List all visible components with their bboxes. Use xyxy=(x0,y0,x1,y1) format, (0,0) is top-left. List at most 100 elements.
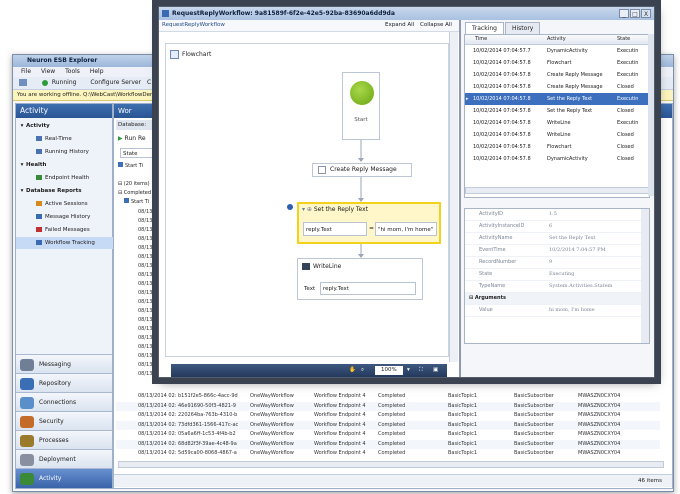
expand-all-button[interactable]: Expand All xyxy=(385,20,414,31)
property-name: EventTime xyxy=(479,247,506,253)
truncated-time-cell: 08/13 xyxy=(138,326,153,332)
nav-button-repository[interactable]: Repository xyxy=(16,373,112,393)
property-row[interactable]: TypeName System.Activities.Statem xyxy=(465,281,641,293)
table-row[interactable]: 08/13/2014 02:44:29.25d59ca00-8068-4867-… xyxy=(116,449,660,458)
nav-button-security[interactable]: Security xyxy=(16,411,112,431)
writeline-header: WriteLine xyxy=(302,262,341,272)
tree-item[interactable]: Workflow Tracking xyxy=(16,237,124,249)
table-row[interactable]: 08/13/2014 02:44:29.673dfd361-1566-417c-… xyxy=(116,420,660,430)
column-state[interactable]: State xyxy=(617,35,630,44)
tree-item[interactable]: Active Sessions xyxy=(16,198,124,210)
minimize-button[interactable]: _ xyxy=(619,9,629,18)
tree-item[interactable]: Endpoint Health xyxy=(16,172,124,184)
nav-button-messaging[interactable]: Messaging xyxy=(16,354,112,374)
tree-item[interactable]: Failed Messages xyxy=(16,224,124,236)
zoom-dropdown-icon[interactable]: ▾ xyxy=(407,364,410,377)
property-row[interactable]: EventTime 10/2/2014 7:04:57 PM xyxy=(465,245,641,257)
breadcrumb[interactable]: RequestReplyWorkflow xyxy=(162,20,225,31)
zoom-search-icon[interactable]: ⌕ xyxy=(361,364,364,377)
table-row[interactable]: 08/13/2014 02:46:21.8b151f2e5-866c-4acc-… xyxy=(116,392,660,401)
menu-file[interactable]: File xyxy=(21,68,31,75)
writeline-text-field[interactable]: reply.Text xyxy=(320,282,416,295)
table-cell: 08/13/2014 02:46:21.8 xyxy=(138,393,176,399)
property-row[interactable]: RecordNumber 9 xyxy=(465,257,641,269)
collapse-all-button[interactable]: Collapse All xyxy=(420,20,452,31)
overview-icon[interactable]: ▣ xyxy=(433,364,438,377)
save-icon[interactable] xyxy=(19,79,27,86)
arguments-group[interactable]: ⊟ Arguments xyxy=(465,293,641,305)
nav-button-processes[interactable]: Processes xyxy=(16,430,112,450)
table-row[interactable]: 08/13/2014 02:44:29.405a6a6ff-1c53-4f4b-… xyxy=(116,430,660,439)
tracking-row[interactable]: 10/02/2014 07:04:57.8 WriteLine Executin xyxy=(465,117,649,129)
table-cell: Completed xyxy=(378,393,406,399)
state-filter[interactable]: State xyxy=(120,148,160,158)
menu-tools[interactable]: Tools xyxy=(65,68,80,75)
workflow-window-title: RequestReplyWorkflow: 9a81589f-6f2e-42e5… xyxy=(159,7,654,20)
tab-tracking[interactable]: Tracking xyxy=(465,22,504,34)
nav-button-connections[interactable]: Connections xyxy=(16,392,112,412)
column-time[interactable]: Time xyxy=(475,35,487,44)
menu-help[interactable]: Help xyxy=(90,68,104,75)
nav-button-list: Messaging Repository Connections Security Pr… xyxy=(16,354,112,488)
table-cell: MWASZN0CXY04 xyxy=(578,402,621,409)
tracking-row[interactable]: 10/02/2014 07:04:57.8 WriteLine Closed xyxy=(465,129,649,141)
tracking-row[interactable]: 10/02/2014 07:04:57.8 DynamicActivity Clos… xyxy=(465,153,649,165)
tree-item-label: Endpoint Health xyxy=(45,175,90,181)
property-value: Executing xyxy=(549,271,575,277)
connections-icon xyxy=(20,396,34,409)
argument-row[interactable]: Value hi mom, I'm home xyxy=(465,305,641,317)
tracking-row[interactable]: 10/02/2014 07:04:57.7 DynamicActivity Exec… xyxy=(465,45,649,57)
property-row[interactable]: ActivityName Set the Reply Text xyxy=(465,233,641,245)
hand-tool-icon[interactable]: ✋ xyxy=(349,364,356,377)
tree-item[interactable]: Message History xyxy=(16,211,124,223)
table-row[interactable]: 08/13/2014 02:46:21.646e91690-50f3-4821-… xyxy=(116,401,660,411)
tree-item[interactable]: Real-Time xyxy=(16,133,124,145)
assign-value-field[interactable]: "hi mom, I'm home" xyxy=(375,222,437,236)
configure-server-button[interactable]: Configure Server xyxy=(90,79,141,86)
create-reply-message-activity[interactable]: Create Reply Message xyxy=(312,163,412,177)
toolbar-extra[interactable]: C xyxy=(147,79,151,86)
property-name: ActivityID xyxy=(479,211,504,217)
tree-item[interactable]: Running History xyxy=(16,146,124,158)
nav-button-activity[interactable]: Activity xyxy=(16,468,112,488)
tab-history[interactable]: History xyxy=(505,22,541,34)
set-reply-text-activity[interactable]: ▾ ⊕ Set the Reply Text reply.Text = "hi … xyxy=(297,202,441,244)
running-status[interactable]: Running xyxy=(52,79,77,86)
tree-item[interactable]: ▾ Health xyxy=(16,159,114,171)
expander-icon[interactable]: ▾ xyxy=(18,185,26,197)
tracking-horizontal-scrollbar[interactable] xyxy=(465,187,649,194)
property-row[interactable]: ActivityInstanceID 6 xyxy=(465,221,641,233)
property-scrollbar[interactable] xyxy=(641,209,649,343)
close-button[interactable]: X xyxy=(641,9,651,18)
designer-vertical-scrollbar[interactable] xyxy=(449,32,458,362)
tracking-table: Time Activity State 10/02/2014 07:04:57.… xyxy=(464,34,650,198)
nav-button-deployment[interactable]: Deployment xyxy=(16,449,112,469)
table-row[interactable]: 08/13/2014 02:44:29.7220264ba-763b-4310-… xyxy=(116,411,660,420)
assign-to-field[interactable]: reply.Text xyxy=(303,222,367,236)
tracking-row[interactable]: 10/02/2014 07:04:57.8 Create Reply Messag… xyxy=(465,81,649,93)
writeline-icon xyxy=(302,263,310,270)
menu-view[interactable]: View xyxy=(41,68,55,75)
table-cell: OneWayWorkflow xyxy=(250,421,294,428)
property-value: Set the Reply Text xyxy=(549,235,596,241)
zoom-level[interactable]: 100% xyxy=(375,366,403,375)
tree-item[interactable]: ▾ Activity xyxy=(16,120,114,132)
column-activity[interactable]: Activity xyxy=(547,35,566,44)
tracking-row[interactable]: 10/02/2014 07:04:57.8 Flowchart Closed xyxy=(465,141,649,153)
table-row[interactable]: 08/13/2014 02:44:29.468d82f3f-39ae-4c48-… xyxy=(116,439,660,449)
table-cell: Completed xyxy=(378,431,406,437)
tracking-row[interactable]: 10/02/2014 07:04:57.8 Create Reply Messag… xyxy=(465,69,649,81)
tracking-row[interactable]: 10/02/2014 07:04:57.8 Flowchart Executin xyxy=(465,57,649,69)
property-row[interactable]: ActivityID 1.5 xyxy=(465,209,641,221)
tracking-row[interactable]: 10/02/2014 07:04:57.8 Set the Reply Text C… xyxy=(465,105,649,117)
expander-icon[interactable]: ▾ xyxy=(18,120,26,132)
property-row[interactable]: State Executing xyxy=(465,269,641,281)
maximize-button[interactable]: □ xyxy=(630,9,640,18)
tracking-vertical-scrollbar[interactable] xyxy=(648,34,654,196)
tree-item[interactable]: ▾ Database Reports xyxy=(16,185,114,197)
grid-horizontal-scrollbar[interactable] xyxy=(118,461,664,468)
writeline-activity[interactable]: WriteLine Text reply.Text xyxy=(297,258,423,300)
fit-to-screen-icon[interactable]: ⛶ xyxy=(419,364,423,377)
expander-icon[interactable]: ▾ xyxy=(18,159,26,171)
tracking-row[interactable]: ▸ 10/02/2014 07:04:57.8 Set the Reply Text… xyxy=(465,93,649,105)
